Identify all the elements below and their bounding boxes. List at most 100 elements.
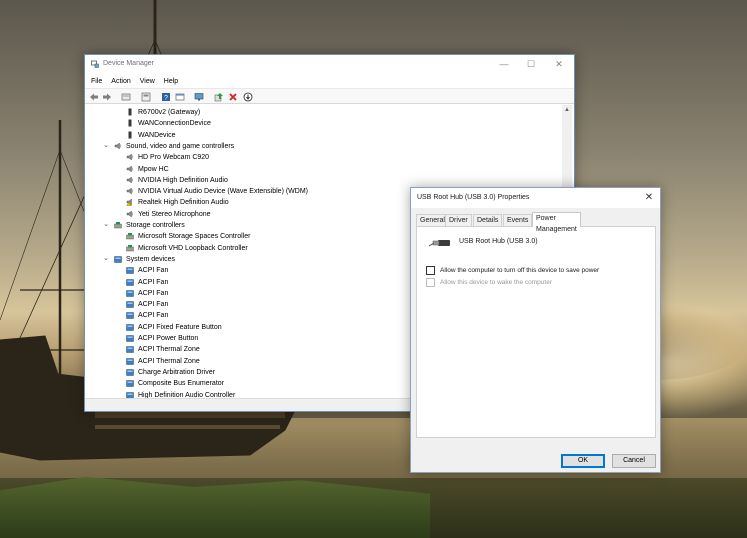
help-icon[interactable]: ? [161, 92, 171, 102]
expand-chevron-icon[interactable]: ⌄ [102, 255, 110, 263]
tree-item-label: Storage controllers [126, 222, 185, 229]
tab-driver[interactable]: Driver [445, 214, 472, 226]
tree-item[interactable]: Mpow HC [86, 164, 556, 175]
tree-item-label: ACPI Fan [138, 267, 169, 275]
device-name: USB Root Hub (USB 3.0) [459, 238, 538, 245]
tree-category[interactable]: ⌄ Sound, video and game controllers [86, 141, 556, 152]
tree-item-label: ACPI Fan [138, 312, 169, 320]
device-icon [128, 119, 132, 127]
properties-icon[interactable] [121, 92, 131, 102]
ok-button[interactable]: OK [561, 454, 605, 468]
device-icon [128, 108, 132, 116]
system-device-icon [126, 278, 134, 286]
maximize-button[interactable]: ☐ [525, 58, 537, 70]
dialog-close-button[interactable]: ✕ [643, 192, 655, 204]
system-device-icon [126, 357, 134, 365]
device-manager-titlebar[interactable]: Device Manager — ☐ ✕ [85, 55, 574, 73]
device-manager-app-icon [91, 60, 99, 68]
warning-speaker-icon [126, 198, 132, 207]
tree-item-label: WANConnectionDevice [138, 120, 211, 128]
speaker-icon [126, 187, 134, 195]
menu-view[interactable]: View [140, 78, 155, 85]
monitor-icon[interactable] [194, 92, 204, 102]
view-icon[interactable] [175, 92, 185, 102]
tab-details[interactable]: Details [473, 214, 503, 226]
tree-item-label: Microsoft Storage Spaces Controller [138, 233, 251, 241]
system-device-icon [126, 323, 134, 331]
expand-chevron-icon[interactable]: ⌄ [102, 142, 110, 150]
system-folder-icon [114, 256, 122, 263]
usb-plug-icon [429, 240, 450, 247]
close-button[interactable]: ✕ [553, 58, 565, 70]
expand-chevron-icon[interactable]: ⌄ [102, 221, 110, 229]
tree-item-label: ACPI Fan [138, 278, 169, 286]
speaker-icon [126, 165, 134, 172]
tree-item-label: Realtek High Definition Audio [138, 199, 229, 207]
window-title: Device Manager [103, 60, 154, 67]
tree-item[interactable]: WANDevice [86, 130, 556, 141]
scan-hardware-icon[interactable] [243, 92, 253, 102]
tree-item-label: Charge Arbitration Driver [138, 368, 216, 376]
tree-item-label: ACPI Fan [138, 289, 169, 297]
menu-bar: File Action View Help [85, 74, 574, 88]
system-device-icon [126, 369, 134, 376]
system-device-icon [126, 346, 134, 353]
menu-file[interactable]: File [91, 78, 102, 85]
tab-power-management[interactable]: Power Management [532, 212, 581, 233]
storage-icon [126, 233, 134, 240]
menu-action[interactable]: Action [111, 78, 130, 85]
cancel-button[interactable]: Cancel [612, 454, 656, 468]
system-device-icon [126, 267, 134, 274]
update-driver-icon[interactable] [214, 92, 224, 102]
forward-icon[interactable] [102, 92, 112, 102]
allow-wake-checkbox [426, 278, 435, 287]
tree-item-label: Microsoft VHD Loopback Controller [138, 244, 248, 252]
usb-root-hub-properties-dialog: USB Root Hub (USB 3.0) Properties ✕ Gene… [410, 187, 661, 473]
tree-item-label: Sound, video and game controllers [126, 142, 235, 150]
speaker-icon [126, 153, 134, 161]
tree-item[interactable]: HD Pro Webcam C920 [86, 152, 556, 163]
allow-turn-off-checkbox[interactable] [426, 266, 435, 275]
tree-item-label: WANDevice [138, 131, 176, 139]
speaker-icon [126, 210, 134, 218]
device-icon [128, 131, 132, 139]
tab-general[interactable]: General [416, 214, 449, 226]
allow-wake-label: Allow this device to wake the computer [440, 279, 552, 286]
tree-item-label: HD Pro Webcam C920 [138, 154, 210, 162]
system-device-icon [126, 301, 134, 308]
tree-item-label: ACPI Fan [138, 301, 169, 309]
tree-item[interactable]: R6700v2 (Gateway) [86, 107, 556, 118]
tree-item-label: ACPI Power Button [138, 335, 199, 342]
tree-item[interactable]: NVIDIA High Definition Audio [86, 175, 556, 186]
tree-item-label: System devices [126, 255, 176, 263]
tree-item-label: ACPI Fixed Feature Button [138, 323, 222, 331]
allow-turn-off-label[interactable]: Allow the computer to turn off this devi… [440, 267, 599, 274]
dialog-titlebar[interactable]: USB Root Hub (USB 3.0) Properties ✕ [411, 188, 660, 208]
system-device-icon [126, 380, 134, 387]
scroll-up-arrow-icon[interactable]: ▲ [562, 105, 572, 115]
storage-icon [126, 244, 134, 251]
tree-item-label: NVIDIA High Definition Audio [138, 176, 228, 184]
tree-item-label: NVIDIA Virtual Audio Device (Wave Extens… [138, 188, 308, 196]
tree-item-label: Composite Bus Enumerator [138, 380, 224, 388]
tree-item-label: Yeti Stereo Microphone [138, 210, 211, 218]
back-icon[interactable] [89, 92, 99, 102]
system-device-icon [126, 290, 134, 297]
show-hidden-icon[interactable] [141, 92, 151, 102]
tab-events[interactable]: Events [503, 214, 533, 226]
tree-item-label: R6700v2 (Gateway) [138, 109, 201, 116]
system-device-icon [126, 312, 134, 320]
power-management-panel: USB Root Hub (USB 3.0) Allow the compute… [416, 226, 656, 438]
speaker-icon [114, 142, 122, 150]
system-device-icon [126, 335, 134, 342]
storage-icon [114, 222, 122, 229]
speaker-icon [126, 176, 134, 184]
tree-item[interactable]: WANConnectionDevice [86, 118, 556, 129]
toolbar: ? [85, 88, 574, 104]
uninstall-icon[interactable] [228, 92, 238, 102]
tree-item-label: Mpow HC [138, 165, 169, 173]
svg-text:?: ? [164, 95, 168, 102]
tree-item-label: ACPI Thermal Zone [138, 346, 200, 354]
minimize-button[interactable]: — [498, 58, 510, 70]
menu-help[interactable]: Help [164, 78, 178, 85]
